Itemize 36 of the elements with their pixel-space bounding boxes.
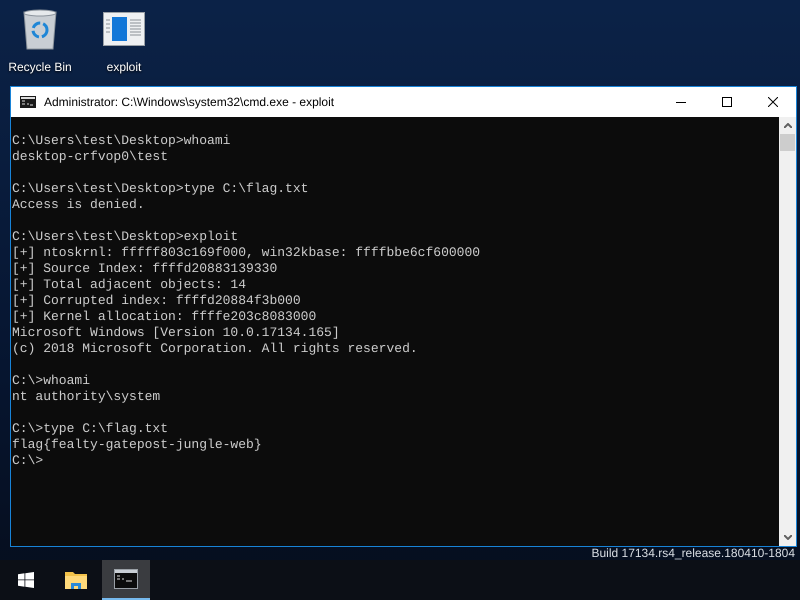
window-icon [103, 12, 145, 46]
build-watermark-text: Build 17134.rs4_release.180410-1804 [592, 545, 795, 562]
desktop-icon[interactable]: exploit [86, 6, 162, 76]
scroll-down-icon [784, 535, 792, 540]
console-line: C:\Users\test\Desktop>whoami [12, 133, 230, 149]
close-icon [768, 97, 778, 107]
desktop-icon[interactable]: Recycle Bin [2, 6, 78, 76]
scroll-up-icon [784, 123, 792, 128]
console-line: C:\>type C:\flag.txt [12, 421, 168, 437]
console-line: flag{fealty-gatepost-jungle-web} [12, 437, 262, 453]
desktop-icon-label: Recycle Bin [8, 59, 72, 76]
console-line: C:\> [12, 453, 44, 469]
console-line: [+] ntoskrnl: fffff803c169f000, win32kbase: ffffbbe6cf600000 [12, 245, 480, 261]
console-line: [+] Corrupted index: ffffd20884f3b000 [12, 293, 301, 309]
console-line: desktop-crfvop0\test [12, 149, 168, 165]
taskbar-button[interactable] [102, 560, 150, 600]
window-title: Administrator: C:\Windows\system32\cmd.exe - exploit [44, 94, 334, 111]
console-line: nt authority\system [12, 389, 160, 405]
windows-logo-icon [18, 572, 34, 588]
console-line: [+] Total adjacent objects: 14 [12, 277, 246, 293]
console-line: Access is denied. [12, 197, 145, 213]
console-icon [114, 569, 138, 589]
recycle-bin-icon [22, 8, 58, 50]
console-line: C:\Users\test\Desktop>type C:\flag.txt [12, 181, 308, 197]
console-line: [+] Kernel allocation: ffffe203c8083000 [12, 309, 316, 325]
desktop-icon-label: exploit [106, 59, 142, 76]
console-line: (c) 2018 Microsoft Corporation. All rights reserved. [12, 341, 418, 357]
console-line: Microsoft Windows [Version 10.0.17134.165] [12, 325, 340, 341]
maximize-icon [722, 97, 732, 107]
console-icon [20, 96, 36, 108]
console-line: [+] Source Index: ffffd20883139330 [12, 261, 278, 277]
scrollbar-thumb[interactable] [780, 134, 795, 151]
scrollbar[interactable] [779, 117, 796, 546]
console-line: C:\Users\test\Desktop>exploit [12, 229, 238, 245]
folder-icon [65, 571, 87, 589]
console-line: C:\>whoami [12, 373, 90, 389]
